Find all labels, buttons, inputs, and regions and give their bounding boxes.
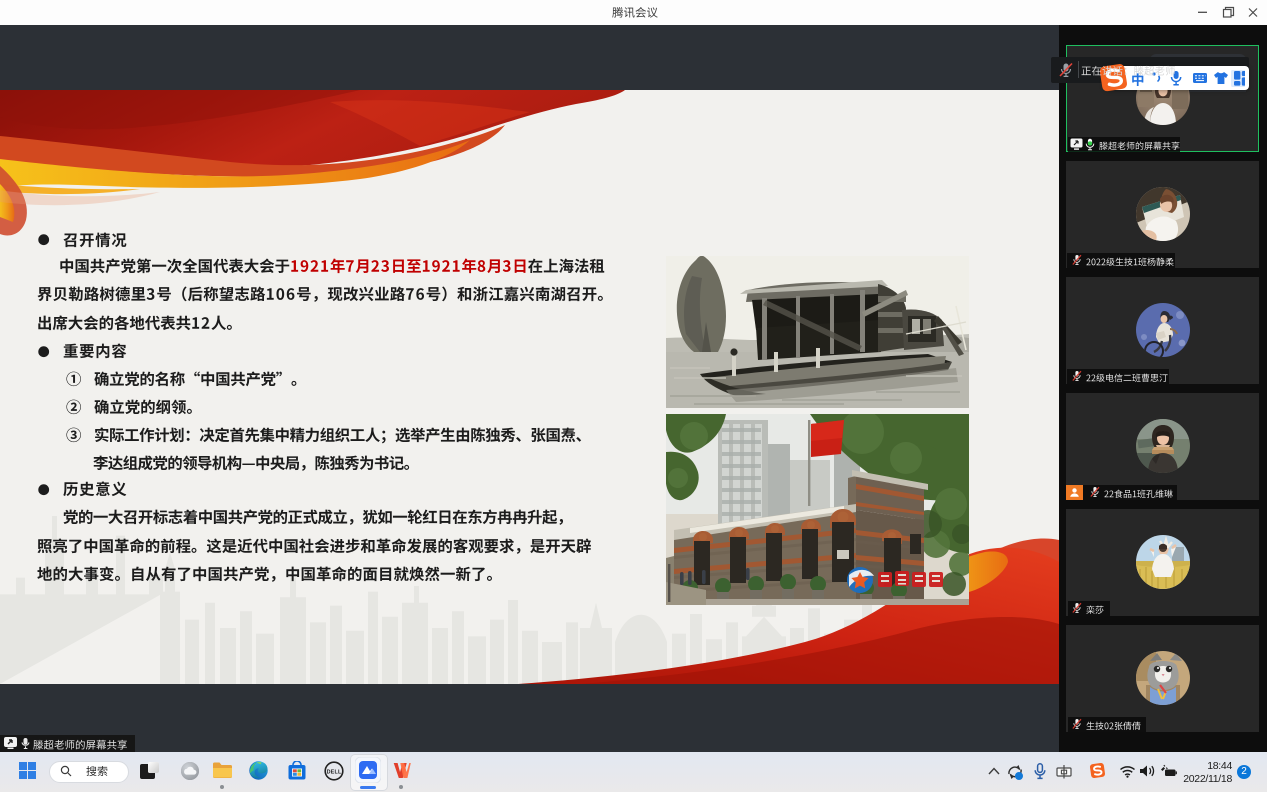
svg-text:DELL: DELL [327,770,342,776]
